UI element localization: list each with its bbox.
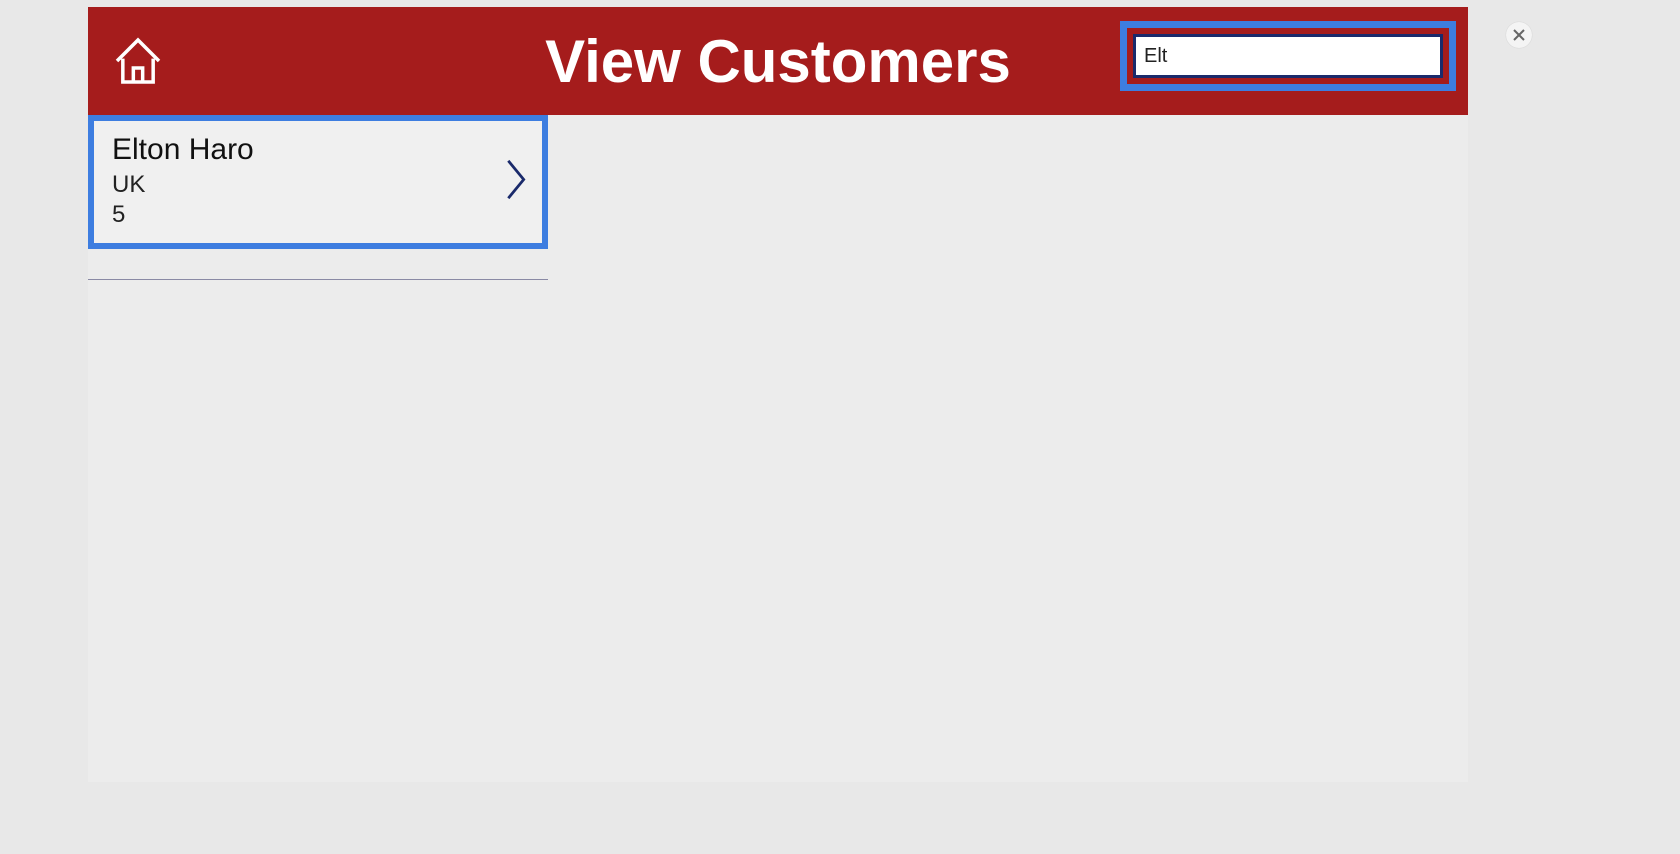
app-window: View Customers Elton Haro UK 5 xyxy=(88,7,1468,782)
search-highlight-outer xyxy=(1120,21,1456,91)
close-button[interactable] xyxy=(1506,22,1532,48)
list-divider xyxy=(88,279,548,280)
customer-card-highlight: Elton Haro UK 5 xyxy=(88,115,548,249)
close-icon xyxy=(1513,29,1525,41)
customer-country: UK xyxy=(112,171,524,199)
customer-list-column: Elton Haro UK 5 xyxy=(88,115,548,280)
header-bar: View Customers xyxy=(88,7,1468,115)
page-title: View Customers xyxy=(545,27,1011,96)
home-button[interactable] xyxy=(106,29,170,93)
customer-name: Elton Haro xyxy=(112,133,524,167)
home-icon xyxy=(110,33,166,89)
content-area: Elton Haro UK 5 xyxy=(88,115,1468,280)
chevron-right-icon xyxy=(502,158,530,207)
customer-card[interactable]: Elton Haro UK 5 xyxy=(94,121,542,243)
search-field-wrap xyxy=(1133,34,1443,78)
customer-id: 5 xyxy=(112,201,524,229)
search-input[interactable] xyxy=(1144,45,1432,68)
